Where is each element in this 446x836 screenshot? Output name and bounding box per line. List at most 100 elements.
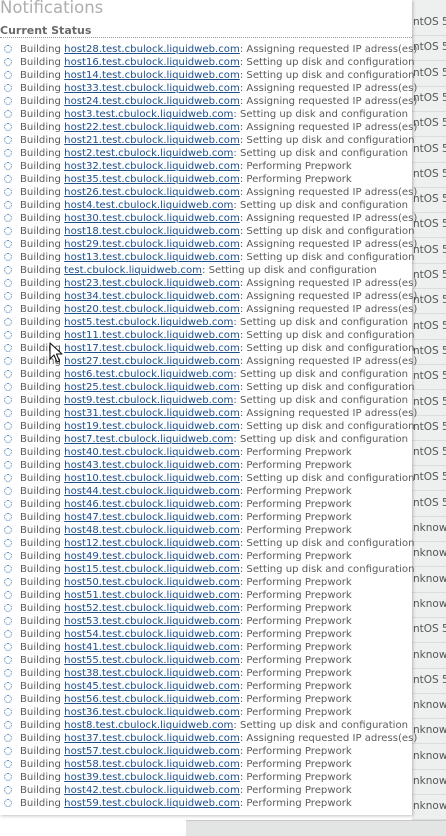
- background-os-cell: ntOS 5: [412, 314, 446, 340]
- status-text: : Performing Prepwork: [239, 161, 352, 172]
- loading-spinner-icon: [4, 344, 12, 352]
- host-link[interactable]: host53.test.cbulock.liquidweb.com: [64, 616, 240, 627]
- status-text: : Setting up disk and configuration: [239, 70, 415, 81]
- building-label: Building: [20, 668, 61, 679]
- building-label: Building: [20, 486, 61, 497]
- host-link[interactable]: host38.test.cbulock.liquidweb.com: [64, 668, 240, 679]
- notification-row: Building host15.test.cbulock.liquidweb.c…: [0, 563, 414, 576]
- loading-spinner-icon: [4, 448, 12, 456]
- notification-row: Building host4.test.cbulock.liquidweb.co…: [0, 199, 412, 212]
- status-text: : Performing Prepwork: [239, 486, 352, 497]
- building-label: Building: [20, 434, 61, 445]
- host-link[interactable]: host16.test.cbulock.liquidweb.com: [64, 57, 240, 68]
- status-text: : Performing Prepwork: [239, 668, 352, 679]
- loading-spinner-icon: [4, 396, 12, 404]
- host-link[interactable]: host24.test.cbulock.liquidweb.com: [64, 96, 240, 107]
- host-link[interactable]: host28.test.cbulock.liquidweb.com: [64, 44, 240, 55]
- notification-row: Building host36.test.cbulock.liquidweb.c…: [0, 706, 412, 719]
- host-link[interactable]: host3.test.cbulock.liquidweb.com: [64, 109, 233, 120]
- host-link[interactable]: host42.test.cbulock.liquidweb.com: [64, 785, 240, 796]
- host-link[interactable]: host17.test.cbulock.liquidweb.com: [64, 343, 240, 354]
- status-text: : Setting up disk and configuration: [239, 226, 415, 237]
- host-link[interactable]: host5.test.cbulock.liquidweb.com: [64, 317, 233, 328]
- building-label: Building: [20, 109, 61, 120]
- host-link[interactable]: host8.test.cbulock.liquidweb.com: [64, 720, 233, 731]
- notification-row: Building host20.test.cbulock.liquidweb.c…: [0, 303, 417, 316]
- notification-row: Building host19.test.cbulock.liquidweb.c…: [0, 420, 414, 433]
- host-link[interactable]: host32.test.cbulock.liquidweb.com: [64, 161, 240, 172]
- host-link[interactable]: host47.test.cbulock.liquidweb.com: [64, 512, 240, 523]
- host-link[interactable]: host36.test.cbulock.liquidweb.com: [64, 707, 240, 718]
- host-link[interactable]: host26.test.cbulock.liquidweb.com: [64, 187, 240, 198]
- host-link[interactable]: host31.test.cbulock.liquidweb.com: [64, 408, 240, 419]
- host-link[interactable]: host49.test.cbulock.liquidweb.com: [64, 551, 240, 562]
- host-link[interactable]: host40.test.cbulock.liquidweb.com: [64, 447, 240, 458]
- host-link[interactable]: host46.test.cbulock.liquidweb.com: [64, 499, 240, 510]
- status-text: : Performing Prepwork: [239, 551, 352, 562]
- host-link[interactable]: host13.test.cbulock.liquidweb.com: [64, 252, 240, 263]
- background-os-cell: ntOS 5: [412, 10, 446, 36]
- notification-row: Building host55.test.cbulock.liquidweb.c…: [0, 654, 412, 667]
- host-link[interactable]: host59.test.cbulock.liquidweb.com: [64, 798, 240, 809]
- notifications-panel: Notifications Current Status Building ho…: [0, 0, 417, 815]
- host-link[interactable]: host2.test.cbulock.liquidweb.com: [64, 148, 233, 159]
- notification-row: Building host46.test.cbulock.liquidweb.c…: [0, 498, 412, 511]
- host-link[interactable]: host52.test.cbulock.liquidweb.com: [64, 603, 240, 614]
- host-link[interactable]: host37.test.cbulock.liquidweb.com: [64, 733, 240, 744]
- host-link[interactable]: host33.test.cbulock.liquidweb.com: [64, 83, 240, 94]
- host-link[interactable]: host14.test.cbulock.liquidweb.com: [64, 70, 240, 81]
- host-link[interactable]: host56.test.cbulock.liquidweb.com: [64, 694, 240, 705]
- host-link[interactable]: host4.test.cbulock.liquidweb.com: [64, 200, 233, 211]
- host-link[interactable]: host51.test.cbulock.liquidweb.com: [64, 590, 240, 601]
- host-link[interactable]: host25.test.cbulock.liquidweb.com: [64, 382, 240, 393]
- status-text: : Performing Prepwork: [239, 746, 352, 757]
- status-text: : Setting up disk and configuration: [233, 148, 409, 159]
- loading-spinner-icon: [4, 760, 12, 768]
- loading-spinner-icon: [4, 58, 12, 66]
- host-link[interactable]: host20.test.cbulock.liquidweb.com: [64, 304, 240, 315]
- host-link[interactable]: host22.test.cbulock.liquidweb.com: [64, 122, 240, 133]
- host-link[interactable]: host6.test.cbulock.liquidweb.com: [64, 369, 233, 380]
- loading-spinner-icon: [4, 604, 12, 612]
- host-link[interactable]: host50.test.cbulock.liquidweb.com: [64, 577, 240, 588]
- host-link[interactable]: host12.test.cbulock.liquidweb.com: [64, 538, 240, 549]
- host-link[interactable]: host21.test.cbulock.liquidweb.com: [64, 135, 240, 146]
- host-link[interactable]: host15.test.cbulock.liquidweb.com: [64, 564, 240, 575]
- host-link[interactable]: host34.test.cbulock.liquidweb.com: [64, 291, 240, 302]
- host-link[interactable]: host41.test.cbulock.liquidweb.com: [64, 642, 240, 653]
- host-link[interactable]: host9.test.cbulock.liquidweb.com: [64, 395, 233, 406]
- loading-spinner-icon: [4, 84, 12, 92]
- host-link[interactable]: host35.test.cbulock.liquidweb.com: [64, 174, 240, 185]
- status-text: : Setting up disk and configuration: [239, 330, 415, 341]
- loading-spinner-icon: [4, 422, 12, 430]
- host-link[interactable]: host23.test.cbulock.liquidweb.com: [64, 278, 240, 289]
- host-link[interactable]: host57.test.cbulock.liquidweb.com: [64, 746, 240, 757]
- host-link[interactable]: host10.test.cbulock.liquidweb.com: [64, 473, 240, 484]
- building-label: Building: [20, 135, 61, 146]
- host-link[interactable]: host43.test.cbulock.liquidweb.com: [64, 460, 240, 471]
- building-label: Building: [20, 551, 61, 562]
- host-link[interactable]: host19.test.cbulock.liquidweb.com: [64, 421, 240, 432]
- host-link[interactable]: test.cbulock.liquidweb.com: [64, 265, 202, 276]
- loading-spinner-icon: [4, 630, 12, 638]
- notification-row: Building host7.test.cbulock.liquidweb.co…: [0, 433, 412, 446]
- host-link[interactable]: host29.test.cbulock.liquidweb.com: [64, 239, 240, 250]
- host-link[interactable]: host11.test.cbulock.liquidweb.com: [64, 330, 240, 341]
- host-link[interactable]: host55.test.cbulock.liquidweb.com: [64, 655, 240, 666]
- notification-row: Building host2.test.cbulock.liquidweb.co…: [0, 147, 412, 160]
- host-link[interactable]: host45.test.cbulock.liquidweb.com: [64, 681, 240, 692]
- host-link[interactable]: host27.test.cbulock.liquidweb.com: [64, 356, 240, 367]
- building-label: Building: [20, 759, 61, 770]
- host-link[interactable]: host18.test.cbulock.liquidweb.com: [64, 226, 240, 237]
- host-link[interactable]: host39.test.cbulock.liquidweb.com: [64, 772, 240, 783]
- host-link[interactable]: host58.test.cbulock.liquidweb.com: [64, 759, 240, 770]
- host-link[interactable]: host30.test.cbulock.liquidweb.com: [64, 213, 240, 224]
- host-link[interactable]: host44.test.cbulock.liquidweb.com: [64, 486, 240, 497]
- loading-spinner-icon: [4, 266, 12, 274]
- loading-spinner-icon: [4, 500, 12, 508]
- building-label: Building: [20, 70, 61, 81]
- host-link[interactable]: host54.test.cbulock.liquidweb.com: [64, 629, 240, 640]
- host-link[interactable]: host48.test.cbulock.liquidweb.com: [64, 525, 240, 536]
- host-link[interactable]: host7.test.cbulock.liquidweb.com: [64, 434, 233, 445]
- status-text: : Assigning requested IP adress(es): [239, 291, 418, 302]
